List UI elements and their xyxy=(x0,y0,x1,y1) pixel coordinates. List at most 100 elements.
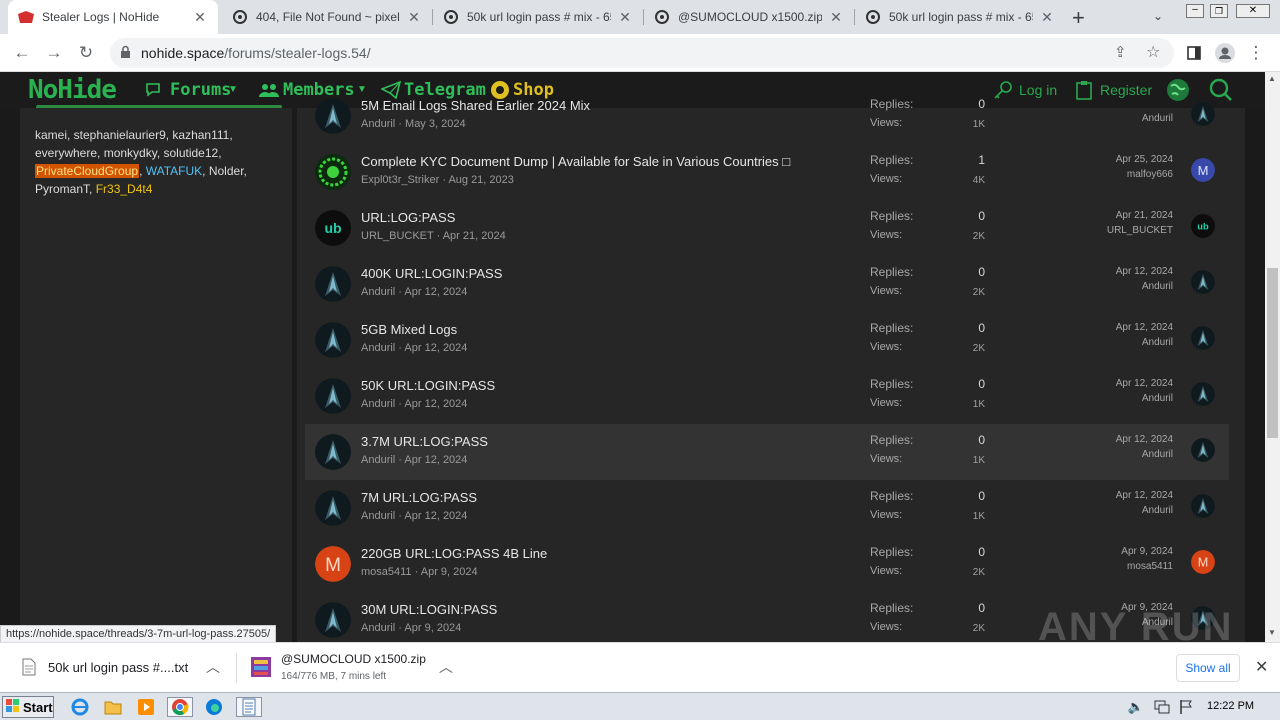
thread-row[interactable]: 5GB Mixed Logs Anduril · Apr 12, 2024 Repl… xyxy=(305,312,1229,368)
last-poster-avatar[interactable] xyxy=(1191,102,1215,126)
last-post-user[interactable]: Anduril xyxy=(1142,281,1173,292)
tab-close-icon[interactable]: ✕ xyxy=(617,9,633,26)
thread-author[interactable]: Anduril xyxy=(361,510,395,522)
thread-row[interactable]: 5M Email Logs Shared Earlier 2024 Mix And… xyxy=(305,88,1229,144)
last-post-user[interactable]: Anduril xyxy=(1142,393,1173,404)
network-icon[interactable] xyxy=(1152,697,1172,717)
flag-icon[interactable] xyxy=(1176,697,1196,717)
start-button[interactable]: Start xyxy=(2,696,54,718)
last-post-date[interactable]: Apr 12, 2024 xyxy=(1116,266,1173,277)
last-poster-avatar[interactable] xyxy=(1191,494,1215,518)
thread-title[interactable]: 50K URL:LOGIN:PASS xyxy=(361,378,495,393)
thread-title[interactable]: 5M Email Logs Shared Earlier 2024 Mix xyxy=(361,98,590,113)
thread-date[interactable]: Apr 9, 2024 xyxy=(421,566,478,578)
thread-date[interactable]: Apr 9, 2024 xyxy=(404,622,461,634)
tab-search-chevron-icon[interactable]: ⌄ xyxy=(1153,9,1163,23)
menu-kebab-icon[interactable]: ⋮ xyxy=(1244,41,1268,65)
last-post-date[interactable]: Apr 12, 2024 xyxy=(1116,434,1173,445)
side-panel-icon[interactable] xyxy=(1182,41,1206,65)
minimize-window-icon[interactable]: – xyxy=(1186,4,1204,18)
restore-window-icon[interactable]: ❐ xyxy=(1210,4,1228,18)
thread-author[interactable]: URL_BUCKET xyxy=(361,230,434,242)
author-avatar[interactable] xyxy=(315,322,351,358)
close-downloads-icon[interactable]: ✕ xyxy=(1255,657,1268,677)
thread-date[interactable]: Apr 21, 2024 xyxy=(443,230,506,242)
thread-date[interactable]: Apr 12, 2024 xyxy=(404,342,467,354)
notepad-icon[interactable] xyxy=(236,697,262,717)
thread-date[interactable]: Aug 21, 2023 xyxy=(448,174,513,186)
last-post-user[interactable]: Anduril xyxy=(1142,113,1173,124)
last-post-date[interactable]: Apr 12, 2024 xyxy=(1116,322,1173,333)
thread-date[interactable]: Apr 12, 2024 xyxy=(404,286,467,298)
chevron-up-icon[interactable]: ︿ xyxy=(206,657,220,677)
thread-title[interactable]: 5GB Mixed Logs xyxy=(361,322,457,337)
last-post-date[interactable]: Apr 12, 2024 xyxy=(1116,490,1173,501)
thread-row[interactable]: Complete KYC Document Dump | Available f… xyxy=(305,144,1229,200)
author-avatar[interactable] xyxy=(315,98,351,134)
scroll-up-icon[interactable]: ▲ xyxy=(1268,74,1276,83)
last-poster-avatar[interactable] xyxy=(1191,270,1215,294)
tab-stealer-logs[interactable]: Stealer Logs | NoHide ✕ xyxy=(8,0,218,34)
thread-row[interactable]: M 220GB URL:LOG:PASS 4B Line mosa5411 · Ap… xyxy=(305,536,1229,592)
close-window-icon[interactable]: ✕ xyxy=(1236,4,1270,18)
last-poster-avatar[interactable]: M xyxy=(1191,550,1215,574)
last-post-date[interactable]: Apr 25, 2024 xyxy=(1116,154,1173,165)
last-post-user[interactable]: Anduril xyxy=(1142,337,1173,348)
back-arrow-icon[interactable]: ← xyxy=(10,41,34,65)
thread-row[interactable]: 3.7M URL:LOG:PASS Anduril · Apr 12, 2024 R… xyxy=(305,424,1229,480)
last-post-user[interactable]: Anduril xyxy=(1142,449,1173,460)
bookmark-star-icon[interactable]: ☆ xyxy=(1146,42,1160,62)
download-item-txt[interactable]: 50k url login pass #....txt ︿ xyxy=(0,643,235,693)
author-avatar[interactable]: M xyxy=(315,546,351,582)
thread-title[interactable]: 3.7M URL:LOG:PASS xyxy=(361,434,488,449)
thread-title[interactable]: URL:LOG:PASS xyxy=(361,210,455,225)
tab-close-icon[interactable]: ✕ xyxy=(406,9,422,26)
last-post-date[interactable]: Apr 9, 2024 xyxy=(1121,546,1173,557)
chrome-icon[interactable] xyxy=(167,697,193,717)
thread-author[interactable]: Anduril xyxy=(361,342,395,354)
online-user-watafuk[interactable]: WATAFUK xyxy=(146,164,202,178)
last-post-user[interactable]: malfoy666 xyxy=(1127,169,1173,180)
scrollbar-thumb[interactable] xyxy=(1267,268,1278,438)
thread-author[interactable]: Anduril xyxy=(361,286,395,298)
author-avatar[interactable] xyxy=(315,378,351,414)
chevron-up-icon[interactable]: ︿ xyxy=(439,657,453,677)
tab-close-icon[interactable]: ✕ xyxy=(1039,9,1055,26)
online-users-plain[interactable]: kamei, stephanielaurier9, kazhan111, eve… xyxy=(35,128,233,160)
author-avatar[interactable] xyxy=(315,490,351,526)
tab-close-icon[interactable]: ✕ xyxy=(828,9,844,26)
tab-sumocloud[interactable]: @SUMOCLOUD x1500.zip ~ pi ✕ xyxy=(644,0,854,34)
thread-author[interactable]: Anduril xyxy=(361,454,395,466)
thread-date[interactable]: Apr 12, 2024 xyxy=(404,510,467,522)
speaker-icon[interactable]: 🔈 xyxy=(1126,697,1146,717)
thread-date[interactable]: May 3, 2024 xyxy=(405,118,466,130)
online-user-privatecloudgroup[interactable]: PrivateCloudGroup xyxy=(35,164,140,178)
thread-row[interactable]: 7M URL:LOG:PASS Anduril · Apr 12, 2024 Rep… xyxy=(305,480,1229,536)
thread-date[interactable]: Apr 12, 2024 xyxy=(404,398,467,410)
thread-title[interactable]: Complete KYC Document Dump | Available f… xyxy=(361,154,790,169)
author-avatar[interactable] xyxy=(315,266,351,302)
folder-icon[interactable] xyxy=(103,697,123,717)
tab-close-icon[interactable]: ✕ xyxy=(192,9,208,26)
thread-author[interactable]: Anduril xyxy=(361,622,395,634)
thread-title[interactable]: 400K URL:LOGIN:PASS xyxy=(361,266,502,281)
thread-row[interactable]: ub URL:LOG:PASS URL_BUCKET · Apr 21, 2024 R… xyxy=(305,200,1229,256)
thread-author[interactable]: Expl0t3r_Striker xyxy=(361,174,439,186)
reload-icon[interactable]: ↻ xyxy=(74,41,98,65)
author-avatar[interactable] xyxy=(315,434,351,470)
thread-date[interactable]: Apr 12, 2024 xyxy=(404,454,467,466)
last-poster-avatar[interactable]: M xyxy=(1191,158,1215,182)
last-post-user[interactable]: Anduril xyxy=(1142,505,1173,516)
last-post-date[interactable]: Apr 12, 2024 xyxy=(1116,378,1173,389)
thread-title[interactable]: 30M URL:LOGIN:PASS xyxy=(361,602,497,617)
author-avatar[interactable]: ub xyxy=(315,210,351,246)
last-poster-avatar[interactable]: ub xyxy=(1191,214,1215,238)
show-all-downloads-button[interactable]: Show all xyxy=(1176,654,1240,682)
last-poster-avatar[interactable] xyxy=(1191,438,1215,462)
scroll-down-icon[interactable]: ▼ xyxy=(1268,628,1276,637)
edge-icon[interactable] xyxy=(204,697,224,717)
ie-icon[interactable] xyxy=(70,697,90,717)
last-poster-avatar[interactable] xyxy=(1191,326,1215,350)
media-player-icon[interactable] xyxy=(136,697,156,717)
new-tab-button[interactable]: + xyxy=(1072,5,1085,31)
